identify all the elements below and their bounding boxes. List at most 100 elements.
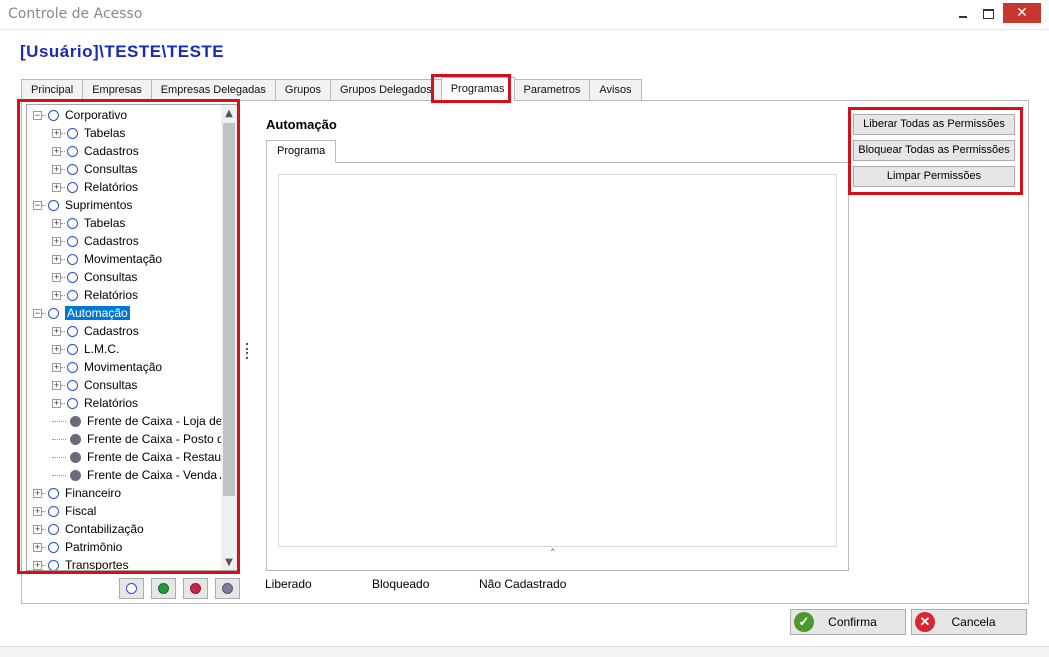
tree-item[interactable]: Frente de Caixa - Restaura — [52, 448, 232, 466]
tree-item[interactable]: + Transportes — [33, 556, 129, 570]
status-empty-icon — [67, 379, 78, 391]
liberar-todas-button[interactable]: Liberar Todas as Permissões — [853, 114, 1015, 135]
tab-grupos[interactable]: Grupos — [274, 79, 331, 101]
tree-item-label: Tabelas — [84, 216, 126, 230]
tree-connector — [61, 186, 65, 188]
expand-icon[interactable]: + — [33, 488, 42, 498]
tree-item[interactable]: + Relatórios — [52, 286, 138, 304]
tree-item[interactable]: + Relatórios — [52, 178, 138, 196]
tree-item-label: Financeiro — [65, 486, 122, 500]
tab-avisos[interactable]: Avisos — [589, 79, 642, 101]
tree-item[interactable]: + Tabelas — [52, 124, 125, 142]
tree-item[interactable]: + Cadastros — [52, 142, 139, 160]
expand-icon[interactable]: + — [52, 344, 61, 354]
expand-icon[interactable]: + — [52, 146, 61, 156]
tree-item[interactable]: − Automação — [33, 304, 130, 322]
status-empty-icon — [48, 523, 59, 535]
expand-icon[interactable]: + — [33, 542, 42, 552]
program-grid[interactable] — [278, 174, 837, 547]
close-icon[interactable]: ✕ — [1003, 3, 1041, 23]
expand-icon[interactable]: + — [33, 506, 42, 516]
program-tree[interactable]: − Corporativo + Tabelas + Cadastros + Consultas… — [26, 104, 238, 571]
tab-parametros[interactable]: Parametros — [513, 79, 591, 101]
expand-icon[interactable]: + — [33, 560, 42, 570]
expand-icon[interactable]: + — [33, 524, 42, 534]
splitter-handle[interactable] — [246, 343, 249, 359]
scroll-up-icon[interactable]: ▲ — [221, 105, 237, 121]
check-icon: ✓ — [794, 612, 814, 632]
expand-icon[interactable]: + — [52, 362, 61, 372]
tree-item[interactable]: + Cadastros — [52, 322, 139, 340]
expand-icon[interactable]: + — [52, 272, 61, 282]
tree-item-label: Cadastros — [84, 234, 139, 248]
expand-icon[interactable]: + — [52, 182, 61, 192]
tree-item[interactable]: Frente de Caixa - Loja de — [52, 412, 222, 430]
expand-icon[interactable]: + — [52, 380, 61, 390]
tree-connector — [42, 564, 46, 566]
tree-item-label: Suprimentos — [65, 198, 133, 212]
tree-connector — [42, 546, 46, 548]
expand-icon[interactable]: + — [52, 164, 61, 174]
status-strip — [0, 646, 1049, 657]
tree-connector — [52, 438, 66, 440]
expand-icon[interactable]: + — [52, 128, 61, 138]
tree-item-label: Patrimônio — [65, 540, 123, 554]
cancela-button[interactable]: ✕ Cancela — [911, 609, 1027, 635]
status-empty-icon — [67, 343, 78, 355]
tree-item-label: L.M.C. — [84, 342, 120, 356]
tree-item[interactable]: Frente de Caixa - Venda A — [52, 466, 228, 484]
expand-icon[interactable]: + — [52, 290, 61, 300]
expand-icon[interactable]: + — [52, 326, 61, 336]
tree-item[interactable]: + Cadastros — [52, 232, 139, 250]
limpar-permissoes-button[interactable]: Limpar Permissões — [853, 166, 1015, 187]
tree-item-label: Corporativo — [65, 108, 128, 122]
tree-item[interactable]: + L.M.C. — [52, 340, 119, 358]
legend-nao-cadastrado-button[interactable] — [119, 578, 144, 599]
tree-item[interactable]: + Contabilização — [33, 520, 144, 538]
tree-item[interactable]: − Corporativo — [33, 106, 127, 124]
tree-item-label: Frente de Caixa - Loja de — [87, 414, 223, 428]
tree-item-label: Movimentação — [84, 360, 163, 374]
tree-item[interactable]: + Movimentação — [52, 358, 162, 376]
tree-scrollbar[interactable]: ▲ ▼ — [221, 105, 237, 570]
expand-icon[interactable]: + — [52, 398, 61, 408]
tree-item-label: Cadastros — [84, 144, 139, 158]
tab-grupos-delegados[interactable]: Grupos Delegados — [329, 79, 442, 101]
tab-empresas-delegadas[interactable]: Empresas Delegadas — [150, 79, 276, 101]
tree-item[interactable]: + Tabelas — [52, 214, 125, 232]
legend-liberado-button[interactable] — [151, 578, 176, 599]
legend-neutral-button[interactable] — [215, 578, 240, 599]
status-gray-icon — [70, 451, 81, 463]
tree-item[interactable]: + Consultas — [52, 268, 137, 286]
collapse-icon[interactable]: − — [33, 110, 42, 120]
tree-item[interactable]: Frente de Caixa - Posto d — [52, 430, 224, 448]
chevron-up-icon[interactable]: ˄ — [550, 547, 556, 560]
scroll-down-icon[interactable]: ▼ — [221, 554, 237, 570]
tree-item[interactable]: − Suprimentos — [33, 196, 132, 214]
tree-item[interactable]: + Financeiro — [33, 484, 121, 502]
tree-item[interactable]: + Relatórios — [52, 394, 138, 412]
tree-item-label: Consultas — [84, 162, 138, 176]
scroll-thumb[interactable] — [223, 123, 235, 496]
expand-icon[interactable]: + — [52, 218, 61, 228]
expand-icon[interactable]: + — [52, 254, 61, 264]
tab-programa[interactable]: Programa — [266, 140, 337, 163]
legend-bloqueado-button[interactable] — [183, 578, 208, 599]
tree-item[interactable]: + Consultas — [52, 160, 137, 178]
tree-item[interactable]: + Consultas — [52, 376, 137, 394]
tab-empresas[interactable]: Empresas — [82, 79, 152, 101]
tree-item[interactable]: + Movimentação — [52, 250, 162, 268]
expand-icon[interactable]: + — [52, 236, 61, 246]
tree-item[interactable]: + Patrimônio — [33, 538, 122, 556]
bloquear-todas-button[interactable]: Bloquear Todas as Permissões — [853, 140, 1015, 161]
collapse-icon[interactable]: − — [33, 308, 42, 318]
tab-principal[interactable]: Principal — [21, 79, 84, 101]
collapse-icon[interactable]: − — [33, 200, 42, 210]
tab-programas[interactable]: Programas — [440, 77, 515, 101]
tree-connector — [42, 312, 46, 314]
tree-item[interactable]: + Fiscal — [33, 502, 96, 520]
maximize-icon[interactable] — [971, 0, 1005, 28]
status-empty-icon — [67, 325, 78, 337]
status-empty-icon — [67, 145, 78, 157]
confirma-button[interactable]: ✓ Confirma — [790, 609, 906, 635]
